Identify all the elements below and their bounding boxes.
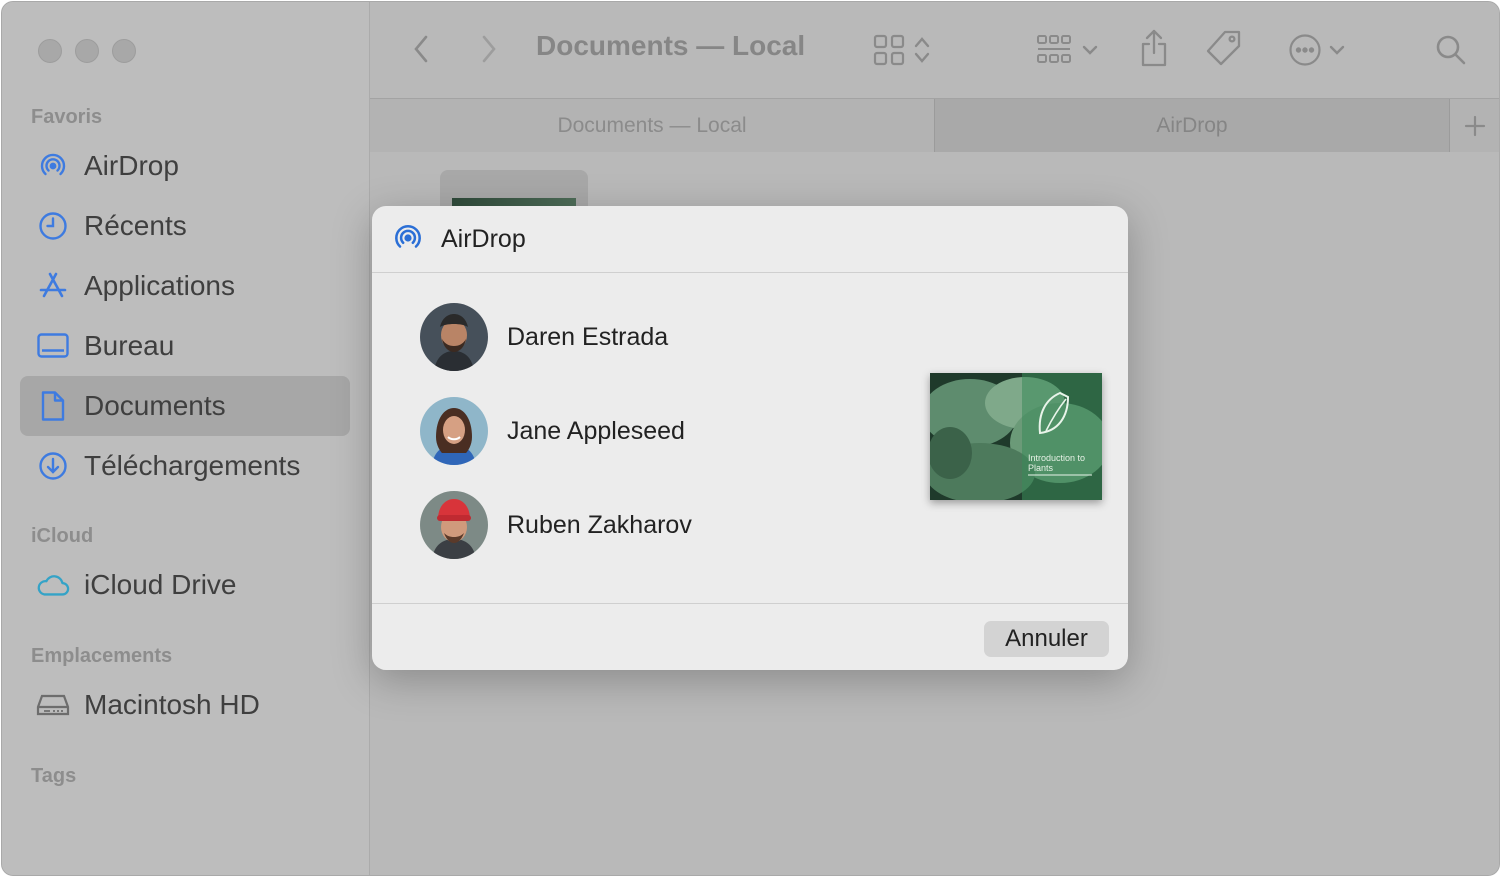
tab-documents-local[interactable]: Documents — Local <box>370 99 934 153</box>
group-icon <box>1037 35 1071 63</box>
download-icon <box>36 449 70 483</box>
share-icon <box>1141 29 1167 67</box>
avatar <box>420 491 488 559</box>
sidebar-section-tags: Tags <box>31 765 77 787</box>
dialog-header: AirDrop <box>372 206 1128 273</box>
airdrop-icon <box>36 149 70 183</box>
sidebar-item-label: Téléchargements <box>84 450 301 481</box>
recipient-name: Jane Appleseed <box>507 416 685 445</box>
disk-icon <box>36 688 70 722</box>
clock-icon <box>36 209 70 243</box>
plus-icon <box>1464 115 1486 137</box>
airdrop-dialog: AirDrop Daren Estrada Jane Appleseed Rub… <box>372 206 1128 670</box>
sidebar-item-label: Macintosh HD <box>84 689 260 720</box>
dialog-footer: Annuler <box>372 603 1128 670</box>
back-button[interactable] <box>408 32 434 66</box>
window-controls <box>38 39 136 63</box>
avatar <box>420 303 488 371</box>
sidebar: Favoris AirDrop Récents Applications Bur… <box>2 2 370 875</box>
recipient-name: Ruben Zakharov <box>507 510 692 539</box>
close-window-button[interactable] <box>38 39 62 63</box>
sidebar-item-macintosh-hd[interactable]: Macintosh HD <box>20 675 350 735</box>
cloud-icon <box>36 568 70 602</box>
tag-button[interactable] <box>1204 28 1244 68</box>
recipient-name: Daren Estrada <box>507 322 669 351</box>
sidebar-item-icloud-drive[interactable]: iCloud Drive <box>20 555 350 615</box>
file-preview: Introduction to Plants <box>930 373 1102 500</box>
sidebar-item-label: Récents <box>84 210 187 241</box>
preview-title: Introduction to Plants <box>1028 453 1086 473</box>
applications-icon <box>36 269 70 303</box>
sidebar-item-applications[interactable]: Applications <box>20 256 350 316</box>
tag-icon <box>1206 30 1241 66</box>
sidebar-item-downloads[interactable]: Téléchargements <box>20 436 350 496</box>
document-icon <box>36 389 70 423</box>
avatar <box>420 397 488 465</box>
toolbar: Documents — Local <box>370 2 1499 98</box>
airdrop-recipient[interactable]: Ruben Zakharov <box>420 491 692 559</box>
forward-button[interactable] <box>476 32 502 66</box>
more-actions-button[interactable] <box>1284 30 1350 70</box>
search-button[interactable] <box>1432 30 1470 70</box>
chevron-left-icon <box>414 35 428 63</box>
group-button[interactable] <box>1032 30 1102 70</box>
desktop-icon <box>36 329 70 363</box>
tab-airdrop[interactable]: AirDrop <box>934 99 1450 153</box>
sidebar-item-label: AirDrop <box>84 150 179 181</box>
zoom-window-button[interactable] <box>112 39 136 63</box>
grid-view-icon <box>873 34 905 66</box>
airdrop-recipient[interactable]: Daren Estrada <box>420 303 668 371</box>
chevron-down-icon <box>1329 45 1345 55</box>
chevron-down-icon <box>1082 45 1098 55</box>
tab-bar: Documents — Local AirDrop <box>370 98 1499 154</box>
sidebar-item-bureau[interactable]: Bureau <box>20 316 350 376</box>
view-options-button[interactable] <box>866 30 938 70</box>
sidebar-item-recents[interactable]: Récents <box>20 196 350 256</box>
sidebar-item-label: iCloud Drive <box>84 569 237 600</box>
minimize-window-button[interactable] <box>75 39 99 63</box>
sidebar-item-label: Applications <box>84 270 235 301</box>
dialog-title: AirDrop <box>441 225 526 253</box>
chevron-updown-icon <box>914 37 930 63</box>
chevron-right-icon <box>482 35 496 63</box>
airdrop-recipient[interactable]: Jane Appleseed <box>420 397 685 465</box>
new-tab-button[interactable] <box>1451 99 1499 153</box>
window-title: Documents — Local <box>536 30 806 61</box>
airdrop-icon <box>395 224 421 248</box>
ellipsis-circle-icon <box>1289 34 1321 66</box>
sidebar-section-locations: Emplacements <box>31 645 173 667</box>
share-button[interactable] <box>1136 26 1172 70</box>
sidebar-item-documents[interactable]: Documents <box>20 376 350 436</box>
sidebar-section-favorites: Favoris <box>31 106 103 128</box>
sidebar-item-label: Bureau <box>84 330 175 361</box>
sidebar-section-icloud: iCloud <box>31 525 94 547</box>
sidebar-item-airdrop[interactable]: AirDrop <box>20 136 350 196</box>
search-icon <box>1436 35 1466 65</box>
sidebar-item-label: Documents <box>84 390 226 421</box>
cancel-button[interactable]: Annuler <box>984 621 1109 657</box>
